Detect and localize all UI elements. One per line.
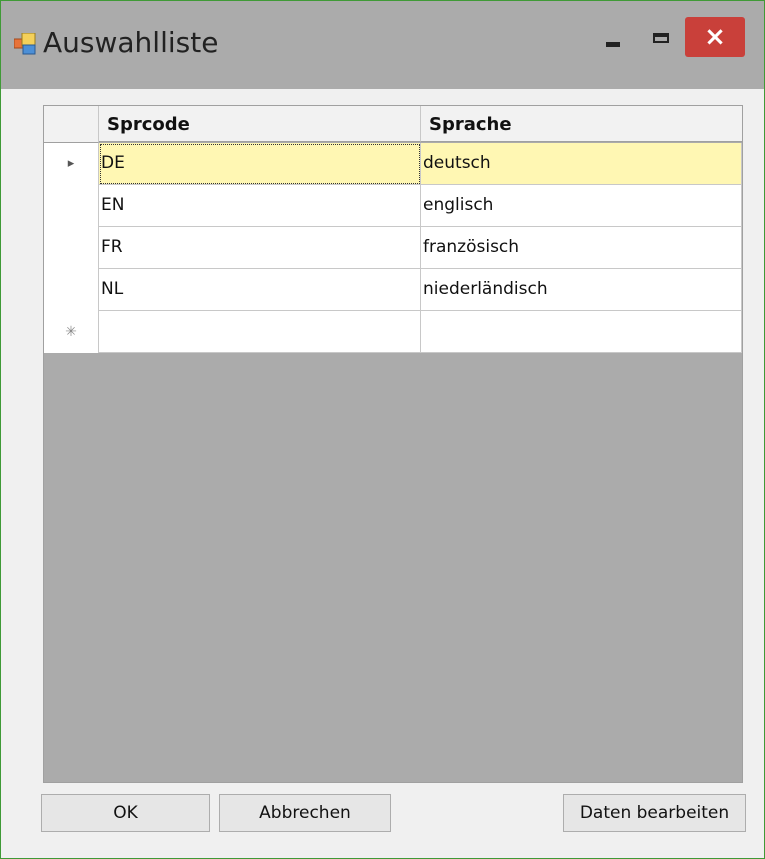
app-icon bbox=[14, 33, 36, 55]
new-row-asterisk-icon: ✳ bbox=[65, 324, 77, 340]
table-cell-sprcode[interactable]: FR bbox=[99, 227, 421, 269]
table-cell-sprcode[interactable]: DE bbox=[99, 143, 421, 185]
row-header[interactable] bbox=[44, 185, 99, 227]
data-grid[interactable]: Sprcode Sprache ▸ DE deutsch EN englisch… bbox=[43, 105, 743, 783]
row-header[interactable]: ▸ bbox=[44, 143, 99, 185]
table-cell-sprcode[interactable]: EN bbox=[99, 185, 421, 227]
row-marker bbox=[44, 185, 98, 227]
new-row-cell-sprcode[interactable] bbox=[99, 311, 421, 353]
edit-data-button[interactable]: Daten bearbeiten bbox=[563, 794, 746, 832]
column-header-sprache[interactable]: Sprache bbox=[421, 106, 742, 142]
table-cell-sprache[interactable]: niederländisch bbox=[421, 269, 742, 311]
column-header-sprcode[interactable]: Sprcode bbox=[99, 106, 421, 142]
cancel-button[interactable]: Abbrechen bbox=[219, 794, 391, 832]
row-header[interactable]: ✳ bbox=[44, 311, 99, 353]
table-cell-sprcode[interactable]: NL bbox=[99, 269, 421, 311]
maximize-icon bbox=[653, 33, 669, 43]
column-header-row: Sprcode Sprache bbox=[44, 106, 742, 143]
maximize-button[interactable] bbox=[641, 17, 681, 57]
ok-button[interactable]: OK bbox=[41, 794, 210, 832]
window-title: Auswahlliste bbox=[43, 26, 219, 59]
minimize-button[interactable] bbox=[588, 17, 638, 57]
close-icon: × bbox=[704, 22, 726, 52]
row-header[interactable] bbox=[44, 269, 99, 311]
dialog-window: Auswahlliste × Sprcode Sprache ▸ DE deut… bbox=[0, 0, 765, 859]
row-header[interactable] bbox=[44, 227, 99, 269]
grid-corner-header[interactable] bbox=[44, 106, 99, 143]
current-row-arrow-icon: ▸ bbox=[67, 156, 75, 171]
new-row-cell-sprache[interactable] bbox=[421, 311, 742, 353]
table-cell-sprache[interactable]: französisch bbox=[421, 227, 742, 269]
row-marker bbox=[44, 227, 98, 269]
minimize-icon bbox=[606, 42, 620, 47]
row-marker bbox=[44, 269, 98, 311]
title-bar[interactable]: Auswahlliste × bbox=[1, 1, 764, 89]
table-cell-sprache[interactable]: englisch bbox=[421, 185, 742, 227]
close-button[interactable]: × bbox=[685, 17, 745, 57]
table-cell-sprache[interactable]: deutsch bbox=[421, 143, 742, 185]
